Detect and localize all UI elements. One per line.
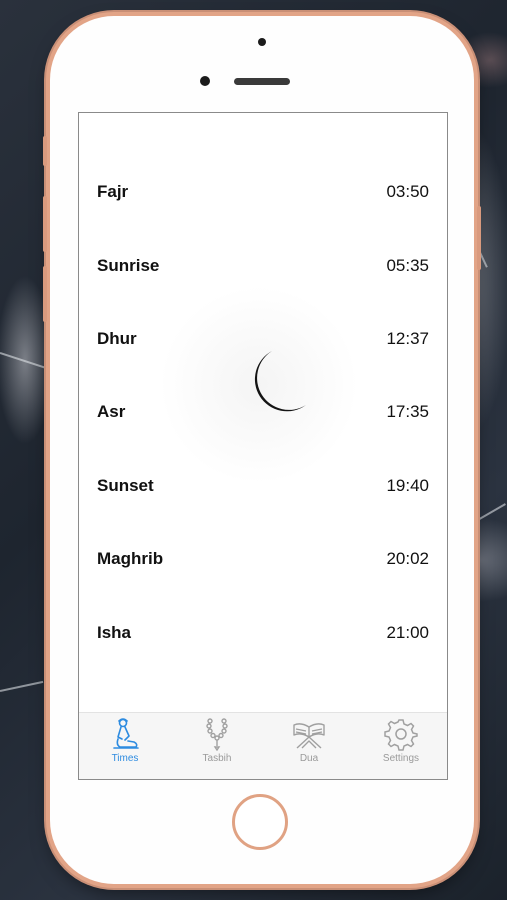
volume-up-button — [43, 196, 47, 252]
prayer-person-icon — [113, 718, 139, 749]
prayer-row-maghrib: Maghrib 20:02 — [97, 544, 429, 574]
app-screen: Fajr 03:50 Sunrise 05:35 Dhur 12:37 Asr … — [78, 112, 448, 780]
prayer-time: 21:00 — [386, 623, 429, 642]
prayer-row-fajr: Fajr 03:50 — [97, 177, 429, 207]
tab-label: Tasbih — [202, 753, 232, 764]
prayer-name: Dhur — [97, 329, 137, 348]
prayer-time: 17:35 — [386, 402, 429, 421]
prayer-row-isha: Isha 21:00 — [97, 618, 429, 648]
tab-settings[interactable]: Settings — [355, 713, 447, 779]
quran-stand-icon — [293, 723, 325, 749]
home-button[interactable] — [232, 794, 288, 850]
tab-dua[interactable]: Dua — [263, 713, 355, 779]
tab-bar: Times Tasbih Dua Settings — [79, 712, 447, 779]
earpiece-speaker — [234, 78, 290, 85]
prayer-time: 19:40 — [386, 476, 429, 495]
prayer-name: Sunrise — [97, 256, 160, 275]
prayer-row-asr: Asr 17:35 — [97, 397, 429, 427]
prayer-name: Asr — [97, 402, 126, 421]
marble-vein — [0, 680, 44, 692]
prayer-name: Isha — [97, 623, 132, 642]
volume-down-button — [43, 266, 47, 322]
prayer-time: 20:02 — [386, 549, 429, 568]
tab-times[interactable]: Times — [79, 713, 171, 779]
tab-label: Dua — [299, 753, 319, 764]
prayer-name: Maghrib — [97, 549, 164, 568]
power-button — [477, 206, 481, 270]
prayer-row-sunrise: Sunrise 05:35 — [97, 251, 429, 281]
tab-label: Settings — [382, 753, 420, 764]
prayer-time: 03:50 — [386, 182, 429, 201]
prayer-name: Fajr — [97, 182, 129, 201]
phone-frame: Fajr 03:50 Sunrise 05:35 Dhur 12:37 Asr … — [43, 16, 481, 884]
prayer-name: Sunset — [97, 476, 154, 495]
tab-tasbih[interactable]: Tasbih — [171, 713, 263, 779]
prayer-beads-icon — [206, 718, 228, 751]
marble-vein — [0, 352, 58, 373]
tab-label: Times — [111, 753, 139, 764]
prayer-time: 12:37 — [386, 329, 429, 348]
gear-icon — [384, 719, 418, 751]
proximity-sensor — [200, 76, 210, 86]
prayer-row-dhur: Dhur 12:37 — [97, 324, 429, 354]
marble-vein — [475, 503, 506, 522]
front-camera — [258, 38, 266, 46]
prayer-time: 05:35 — [386, 256, 429, 275]
prayer-row-sunset: Sunset 19:40 — [97, 471, 429, 501]
mute-switch — [43, 136, 47, 166]
